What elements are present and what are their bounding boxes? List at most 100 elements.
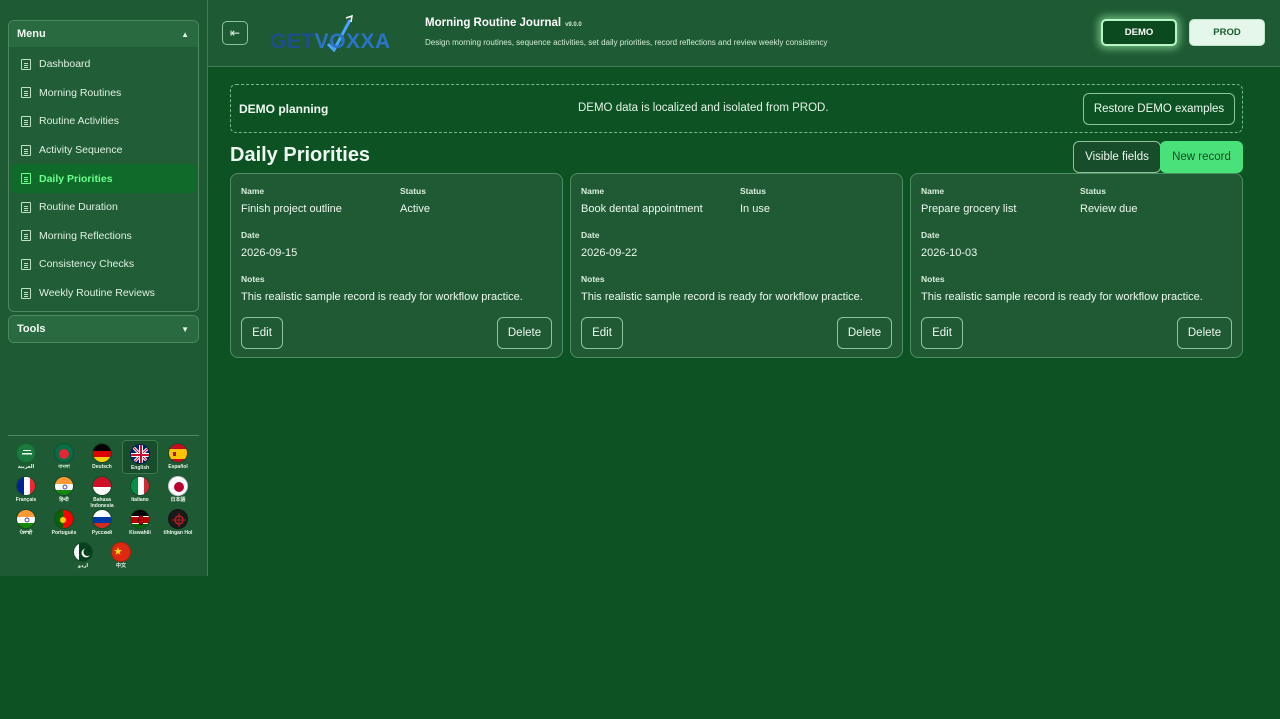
name-value: Prepare grocery list bbox=[921, 203, 1017, 215]
language-label: 日本語 bbox=[170, 497, 186, 503]
language-chinese[interactable]: 中文 bbox=[103, 539, 139, 573]
sidebar-item-consistency-checks[interactable]: Consistency Checks bbox=[12, 250, 195, 279]
sidebar-item-weekly-routine-reviews[interactable]: Weekly Routine Reviews bbox=[12, 279, 195, 308]
app-subtitle: Design morning routines, sequence activi… bbox=[425, 38, 828, 47]
india-flag-icon bbox=[16, 509, 36, 529]
visible-fields-button[interactable]: Visible fields bbox=[1073, 141, 1161, 173]
status-label: Status bbox=[740, 186, 766, 196]
date-value: 2026-10-03 bbox=[921, 247, 978, 259]
language-portugues[interactable]: Português bbox=[46, 506, 82, 540]
language-label: English bbox=[130, 465, 150, 471]
chevron-down-icon: ▼ bbox=[181, 324, 189, 334]
notes-label: Notes bbox=[581, 274, 605, 284]
sidebar-item-label: Routine Activities bbox=[39, 115, 119, 128]
document-icon bbox=[21, 58, 31, 70]
germany-flag-icon bbox=[92, 443, 112, 463]
notes-label: Notes bbox=[921, 274, 945, 284]
delete-button[interactable]: Delete bbox=[1177, 317, 1232, 349]
language-label: ਪੰਜਾਬੀ bbox=[19, 530, 33, 536]
document-icon bbox=[21, 115, 31, 127]
logo-wordmark-part: GET bbox=[270, 30, 315, 53]
app-version: v9.0.0 bbox=[565, 22, 582, 28]
sidebar-item-activity-sequence[interactable]: Activity Sequence bbox=[12, 136, 195, 165]
france-flag-icon bbox=[16, 476, 36, 496]
sidebar-item-routine-duration[interactable]: Routine Duration bbox=[12, 193, 195, 222]
language-italiano[interactable]: Italiano bbox=[122, 473, 158, 507]
language-label: Deutsch bbox=[92, 464, 112, 470]
sidebar-item-label: Daily Priorities bbox=[39, 172, 113, 185]
language-francais[interactable]: Français bbox=[8, 473, 44, 507]
language-japanese[interactable]: 日本語 bbox=[160, 473, 196, 507]
portugal-flag-icon bbox=[54, 509, 74, 529]
status-value: In use bbox=[740, 203, 770, 215]
russia-flag-icon bbox=[92, 509, 112, 529]
sidebar-item-morning-routines[interactable]: Morning Routines bbox=[12, 79, 195, 108]
menu-list: Dashboard Morning Routines Routine Activ… bbox=[9, 47, 198, 311]
banner-title: DEMO planning bbox=[239, 102, 329, 116]
edit-button[interactable]: Edit bbox=[581, 317, 623, 349]
language-bahasa-indonesia[interactable]: Bahasa Indonesia bbox=[84, 473, 120, 509]
sidebar: Menu ▲ Dashboard Morning Routines Routin… bbox=[0, 0, 208, 576]
logo-wordmark: GETVOXXA bbox=[270, 30, 391, 54]
document-icon bbox=[21, 173, 31, 185]
sidebar-item-routine-activities[interactable]: Routine Activities bbox=[12, 107, 195, 136]
edit-button[interactable]: Edit bbox=[921, 317, 963, 349]
language-espanol[interactable]: Español bbox=[160, 440, 196, 474]
language-bangla[interactable]: বাংলা bbox=[46, 440, 82, 474]
language-punjabi[interactable]: ਪੰਜਾਬੀ bbox=[8, 506, 44, 540]
date-label: Date bbox=[581, 230, 600, 240]
tools-panel-header[interactable]: Tools ▼ bbox=[9, 316, 198, 342]
document-icon bbox=[21, 258, 31, 270]
notes-value: This realistic sample record is ready fo… bbox=[241, 291, 523, 303]
language-deutsch[interactable]: Deutsch bbox=[84, 440, 120, 474]
saudi-arabia-flag-icon bbox=[16, 443, 36, 463]
chevron-up-icon: ▲ bbox=[181, 29, 189, 39]
language-label: Français bbox=[15, 497, 37, 503]
klingon-flag-icon bbox=[168, 509, 188, 529]
language-label: العربية bbox=[17, 464, 35, 470]
language-klingon[interactable]: tlhIngan Hol bbox=[160, 506, 196, 540]
prod-button[interactable]: PROD bbox=[1189, 19, 1265, 46]
demo-button[interactable]: DEMO bbox=[1101, 19, 1177, 46]
restore-demo-button[interactable]: Restore DEMO examples bbox=[1083, 93, 1235, 125]
record-card: Name Book dental appointment Status In u… bbox=[570, 173, 903, 358]
pakistan-flag-icon bbox=[73, 542, 93, 562]
sidebar-item-morning-reflections[interactable]: Morning Reflections bbox=[12, 222, 195, 251]
sidebar-item-label: Dashboard bbox=[39, 58, 91, 71]
collapse-sidebar-button[interactable]: ⇤ bbox=[222, 21, 248, 45]
language-hindi[interactable]: हिन्दी bbox=[46, 473, 82, 507]
indonesia-flag-icon bbox=[92, 476, 112, 496]
language-kiswahili[interactable]: Kiswahili bbox=[122, 506, 158, 540]
date-value: 2026-09-15 bbox=[241, 247, 298, 259]
delete-button[interactable]: Delete bbox=[497, 317, 552, 349]
menu-title: Menu bbox=[17, 28, 46, 40]
delete-button[interactable]: Delete bbox=[837, 317, 892, 349]
language-label: Italiano bbox=[131, 497, 149, 503]
edit-button[interactable]: Edit bbox=[241, 317, 283, 349]
language-english[interactable]: English bbox=[122, 440, 158, 474]
date-label: Date bbox=[921, 230, 940, 240]
menu-panel-header[interactable]: Menu ▲ bbox=[9, 21, 198, 47]
sidebar-item-dashboard[interactable]: Dashboard bbox=[12, 50, 195, 79]
name-value: Book dental appointment bbox=[581, 203, 703, 215]
india-flag-icon bbox=[54, 476, 74, 496]
demo-banner: DEMO planning DEMO data is localized and… bbox=[230, 84, 1243, 133]
language-russian[interactable]: Русский bbox=[84, 506, 120, 540]
status-label: Status bbox=[400, 186, 426, 196]
new-record-button[interactable]: New record bbox=[1160, 141, 1243, 173]
name-value: Finish project outline bbox=[241, 203, 342, 215]
language-urdu[interactable]: اردو bbox=[65, 539, 101, 573]
language-label: Español bbox=[168, 464, 188, 470]
menu-panel: Menu ▲ Dashboard Morning Routines Routin… bbox=[8, 20, 199, 313]
language-arabic[interactable]: العربية bbox=[8, 440, 44, 474]
sidebar-item-label: Consistency Checks bbox=[39, 258, 135, 271]
name-label: Name bbox=[581, 186, 605, 196]
language-label: हिन्दी bbox=[59, 497, 69, 503]
language-label: Português bbox=[51, 530, 77, 536]
spain-flag-icon bbox=[168, 443, 188, 463]
sidebar-item-daily-priorities[interactable]: Daily Priorities bbox=[12, 164, 195, 193]
language-label: Русский bbox=[91, 530, 113, 536]
sidebar-item-label: Morning Routines bbox=[39, 86, 122, 99]
language-divider bbox=[8, 435, 199, 436]
status-value: Active bbox=[400, 203, 430, 215]
